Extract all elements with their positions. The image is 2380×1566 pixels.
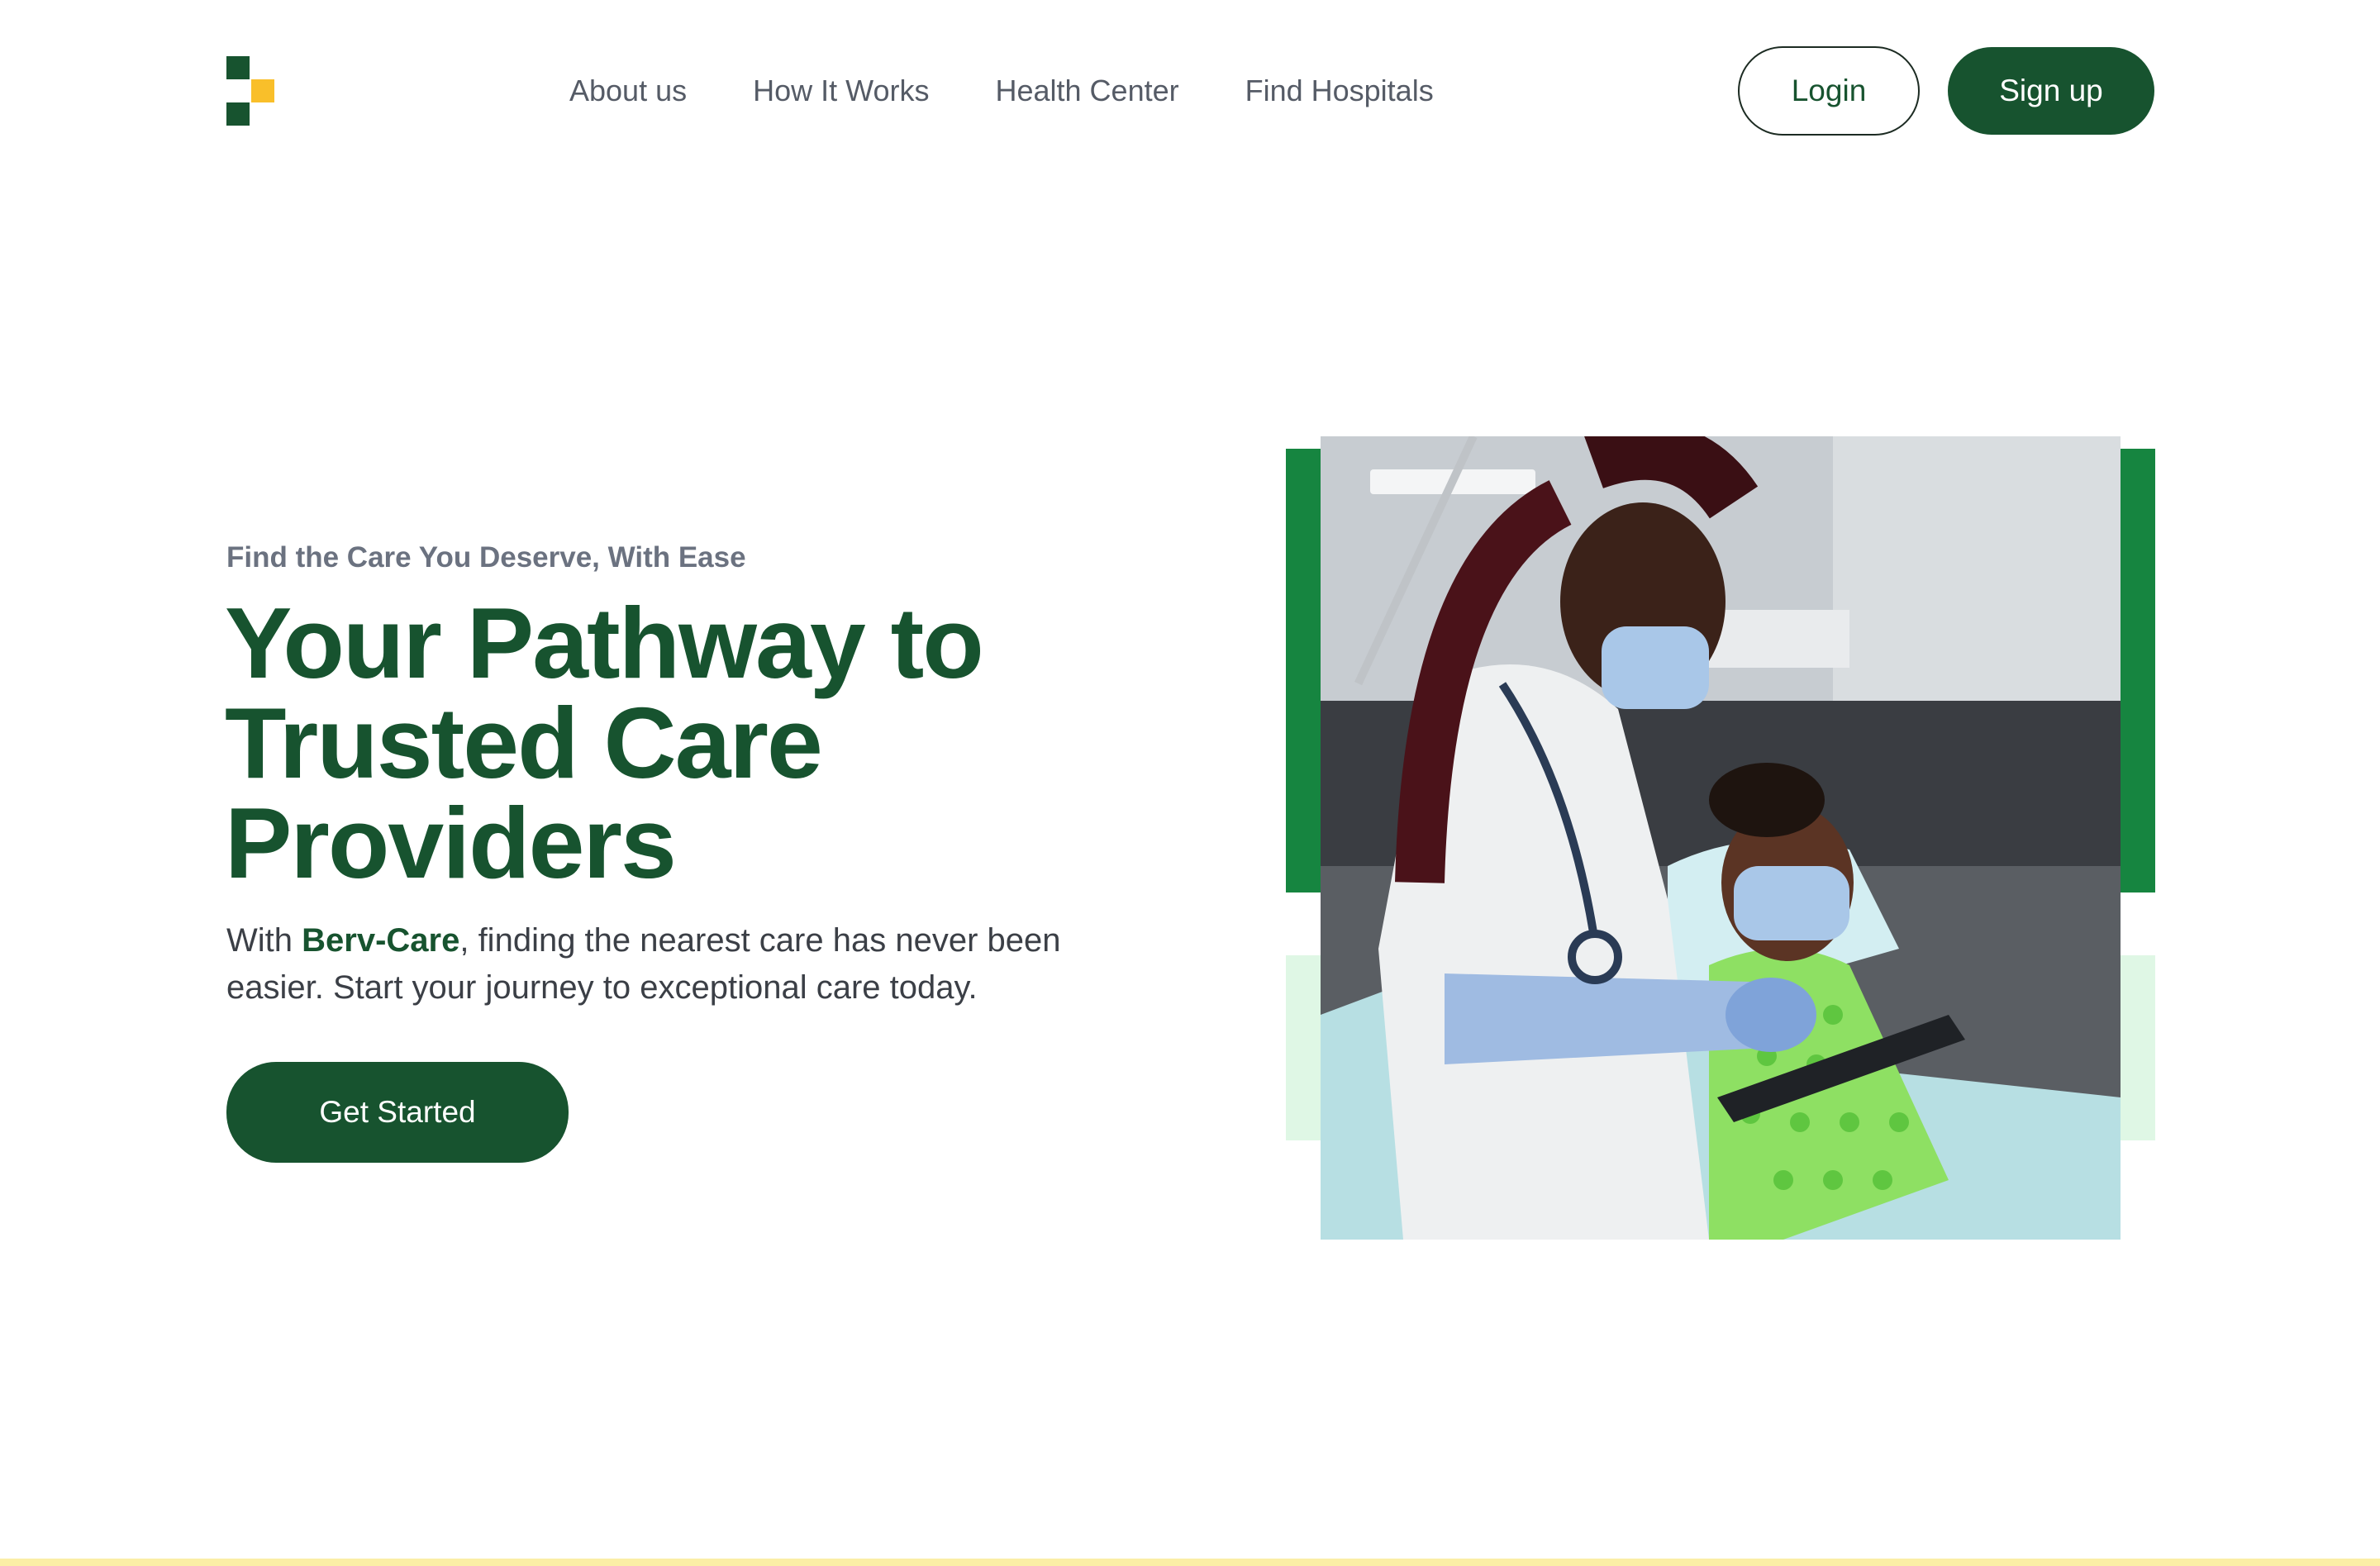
hero-headline: Your Pathway to Trusted Care Providers [225, 593, 1134, 893]
nav-how-it-works[interactable]: How It Works [753, 74, 929, 108]
description-prefix: With [226, 922, 302, 959]
accent-bar-light-right [2121, 955, 2155, 1140]
signup-button[interactable]: Sign up [1948, 47, 2154, 135]
brand-name: Berv-Care [302, 922, 460, 959]
footer-accent-strip [0, 1559, 2380, 1566]
nav-find-hospitals[interactable]: Find Hospitals [1245, 74, 1434, 108]
logo-accent-block [251, 79, 274, 102]
accent-bar-right [2121, 449, 2155, 892]
landing-page: About us How It Works Health Center Find… [0, 0, 2380, 1566]
accent-bar-light-left [1286, 955, 1321, 1140]
logo[interactable] [226, 56, 274, 126]
login-button[interactable]: Login [1738, 46, 1920, 136]
headline-line: Your Pathway to [225, 587, 984, 699]
main-nav: About us How It Works Health Center Find… [569, 69, 1434, 112]
get-started-button[interactable]: Get Started [226, 1062, 569, 1163]
headline-line: Trusted Care [225, 687, 823, 799]
logo-block [226, 102, 250, 126]
headline-line: Providers [225, 787, 677, 899]
doctor-with-patient-photo [1321, 436, 2121, 1240]
nav-health-center[interactable]: Health Center [995, 74, 1178, 108]
hero-description: With Berv-Care, finding the nearest care… [226, 917, 1119, 1011]
hero-eyebrow: Find the Care You Deserve, With Ease [226, 541, 746, 574]
logo-block [226, 56, 250, 79]
accent-bar-left [1286, 449, 1321, 892]
nav-about-us[interactable]: About us [569, 74, 687, 108]
